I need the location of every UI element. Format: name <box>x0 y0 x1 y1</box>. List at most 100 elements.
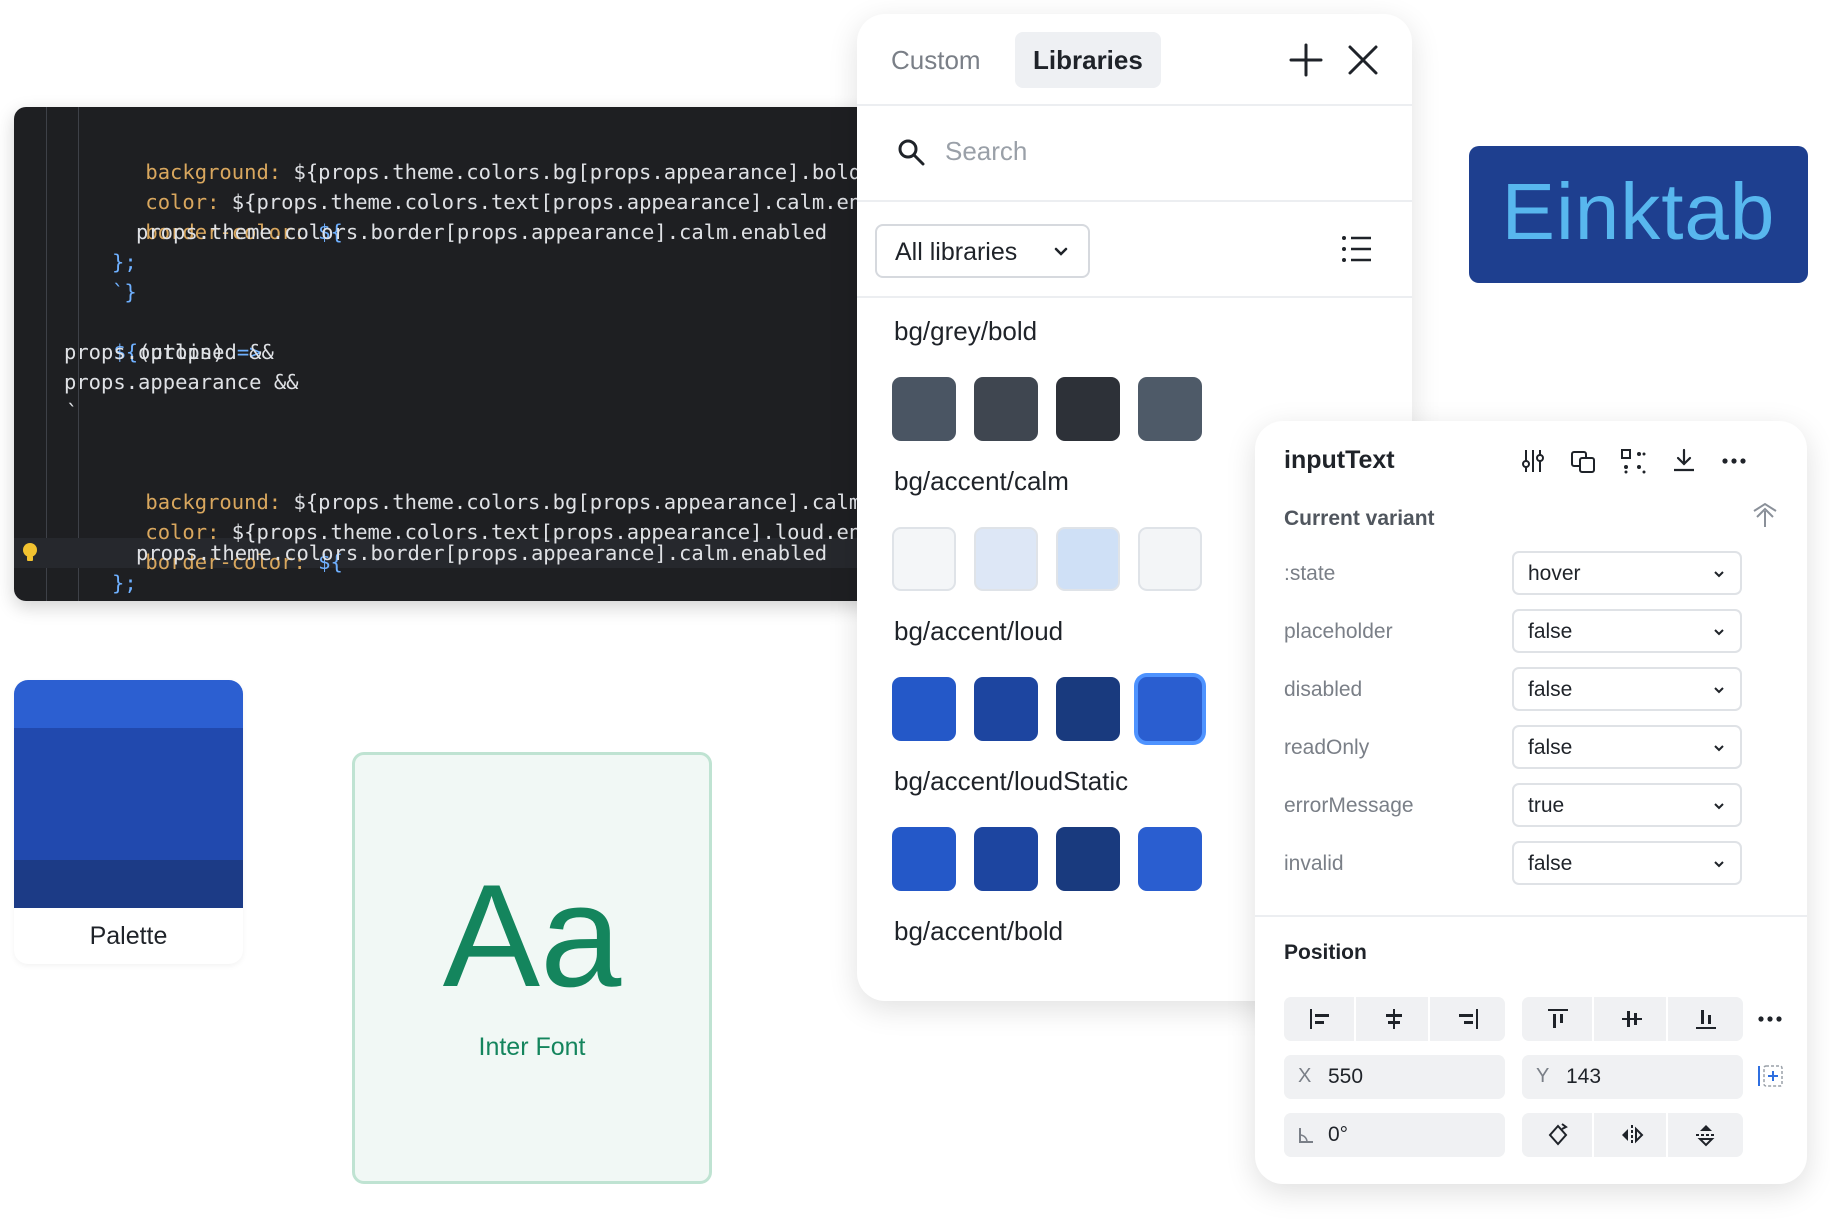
x-position-field[interactable]: X 550 <box>1284 1055 1505 1099</box>
chevron-down-icon <box>1714 745 1724 752</box>
property-select[interactable]: hover <box>1512 551 1742 595</box>
flip-vertical-button[interactable] <box>1670 1113 1742 1157</box>
x-label: X <box>1298 1065 1312 1087</box>
y-label: Y <box>1536 1065 1550 1087</box>
color-swatch[interactable] <box>1138 527 1202 591</box>
palette-card[interactable]: Palette <box>14 680 243 964</box>
color-swatch[interactable] <box>892 377 956 441</box>
code-line: ` <box>66 400 79 424</box>
x-value[interactable]: 550 <box>1328 1065 1363 1089</box>
angle-icon <box>1299 1128 1313 1143</box>
close-icon[interactable] <box>1345 42 1381 78</box>
color-swatch[interactable] <box>892 827 956 891</box>
property-select[interactable]: false <box>1512 725 1742 769</box>
color-swatch-selected[interactable] <box>1138 677 1202 741</box>
einktab-logo: Einktab <box>1469 146 1808 283</box>
library-filter-dropdown[interactable]: All libraries <box>875 224 1090 278</box>
align-right-icon <box>1459 1009 1478 1029</box>
sliders-icon[interactable] <box>1518 446 1548 476</box>
rotation-value[interactable]: 0° <box>1328 1123 1348 1147</box>
y-value[interactable]: 143 <box>1566 1065 1601 1089</box>
properties-panel: inputText Current variant :state hover p… <box>1255 421 1807 1184</box>
tab-custom[interactable]: Custom <box>873 32 999 88</box>
color-swatch[interactable] <box>974 677 1038 741</box>
align-bottom-button[interactable] <box>1670 997 1742 1041</box>
chevron-down-icon <box>1714 687 1724 694</box>
color-swatch[interactable] <box>974 527 1038 591</box>
code-line: background: ${props.theme.colors.bg[prop… <box>14 457 914 514</box>
align-left-button[interactable] <box>1284 997 1356 1041</box>
property-select[interactable]: false <box>1512 841 1742 885</box>
rotate-button[interactable] <box>1522 1113 1594 1157</box>
color-group-title: bg/grey/bold <box>894 316 1038 346</box>
plus-icon[interactable] <box>1288 42 1324 78</box>
align-right-button[interactable] <box>1432 997 1504 1041</box>
color-swatch[interactable] <box>1056 677 1120 741</box>
property-select[interactable]: false <box>1512 667 1742 711</box>
code-line: color: ${props.theme.colors.text[props.a… <box>14 487 914 544</box>
tab-libraries[interactable]: Libraries <box>1015 32 1161 88</box>
color-swatch[interactable] <box>1138 377 1202 441</box>
flip-horizontal-button[interactable] <box>1596 1113 1668 1157</box>
code-line: }; <box>112 250 137 274</box>
section-title-position: Position <box>1284 941 1367 964</box>
more-icon[interactable] <box>1719 446 1749 476</box>
panel-tabs: Custom Libraries <box>857 14 1412 106</box>
code-line: `} <box>112 280 137 304</box>
color-swatch[interactable] <box>1056 827 1120 891</box>
flip-horizontal-icon <box>1622 1125 1644 1145</box>
rotate-icon <box>1548 1123 1568 1146</box>
section-title-current-variant: Current variant <box>1284 507 1435 530</box>
code-line: props.outlined && <box>64 340 274 364</box>
lightbulb-icon[interactable] <box>22 542 38 564</box>
color-swatch[interactable] <box>892 527 956 591</box>
rotation-field[interactable]: 0° <box>1284 1113 1505 1157</box>
logo-wordmark: Einktab <box>1501 167 1776 256</box>
align-center-h-button[interactable] <box>1358 997 1430 1041</box>
color-swatch[interactable] <box>1138 827 1202 891</box>
color-group-title: bg/accent/loud <box>894 616 1064 646</box>
property-select[interactable]: false <box>1512 609 1742 653</box>
property-value: false <box>1528 736 1573 759</box>
property-value: false <box>1528 852 1573 875</box>
font-sample: Aa <box>442 854 622 1017</box>
chevron-down-icon <box>1714 571 1724 578</box>
align-top-button[interactable] <box>1522 997 1594 1041</box>
color-swatch[interactable] <box>1056 377 1120 441</box>
more-icon[interactable] <box>1755 1004 1785 1034</box>
code-editor[interactable]: ` background: ${props.theme.colors.bg[pr… <box>14 107 914 601</box>
align-center-v-icon <box>1622 1011 1642 1027</box>
font-card[interactable]: Aa Inter Font <box>352 752 712 1184</box>
push-to-main-icon[interactable] <box>1751 501 1779 531</box>
download-icon[interactable] <box>1669 446 1699 476</box>
chevron-down-icon <box>1714 629 1724 636</box>
color-swatch[interactable] <box>892 677 956 741</box>
code-line: }; <box>112 571 137 595</box>
list-icon[interactable] <box>1340 232 1374 266</box>
chevron-down-icon <box>1714 803 1724 810</box>
code-line: ${(props) => <box>14 307 914 364</box>
align-center-v-button[interactable] <box>1596 997 1668 1041</box>
property-value: false <box>1528 678 1573 701</box>
property-select[interactable]: true <box>1512 783 1742 827</box>
component-grid-icon[interactable] <box>1618 446 1648 476</box>
font-name: Inter Font <box>478 1033 586 1061</box>
palette-label: Palette <box>89 922 168 950</box>
color-swatch[interactable] <box>974 377 1038 441</box>
component-name: inputText <box>1284 446 1395 474</box>
search-input[interactable]: Search <box>945 136 1027 167</box>
property-value: hover <box>1528 562 1581 585</box>
y-position-field[interactable]: Y 143 <box>1522 1055 1743 1099</box>
chevron-down-icon <box>1714 861 1724 868</box>
color-group-title: bg/accent/bold <box>894 916 1064 946</box>
code-line: props.appearance && <box>64 370 299 394</box>
constraints-icon[interactable] <box>1755 1061 1787 1091</box>
search-bar[interactable]: Search <box>857 106 1412 202</box>
swap-instance-icon[interactable] <box>1568 446 1598 476</box>
color-swatch[interactable] <box>1056 527 1120 591</box>
horizontal-align-group <box>1284 997 1505 1041</box>
align-bottom-icon <box>1696 1010 1716 1029</box>
property-label: readOnly <box>1284 736 1370 759</box>
color-swatch[interactable] <box>974 827 1038 891</box>
property-label: errorMessage <box>1284 794 1414 817</box>
